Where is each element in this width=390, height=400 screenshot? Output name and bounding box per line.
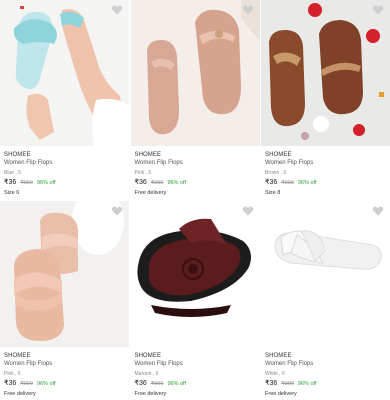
product-mrp: ₹999 bbox=[281, 381, 294, 387]
heart-icon[interactable] bbox=[372, 205, 384, 217]
product-brand: SHOMEE bbox=[134, 353, 162, 359]
product-extra: Size 6 bbox=[4, 190, 20, 196]
product-info: SHOMEE Women Flip Flops Pink , 6 ₹36 ₹99… bbox=[0, 347, 129, 398]
product-title: Women Flip Flops bbox=[265, 160, 314, 166]
product-card[interactable]: SHOMEE Women Flip Flops White , 6 ₹36 ₹9… bbox=[261, 201, 390, 400]
product-discount: 96% off bbox=[36, 381, 56, 387]
price-row: ₹36 ₹999 96% off bbox=[135, 380, 256, 388]
price-row: ₹36 ₹999 96% off bbox=[4, 380, 125, 388]
product-price: ₹36 bbox=[265, 380, 278, 387]
product-info: SHOMEE Women Flip Flops White , 6 ₹36 ₹9… bbox=[261, 347, 390, 398]
product-mrp: ₹999 bbox=[281, 180, 294, 186]
product-brand: SHOMEE bbox=[134, 152, 162, 158]
product-title: Women Flip Flops bbox=[134, 160, 183, 166]
product-card[interactable]: SHOMEE Women Flip Flops Brown , 6 ₹36 ₹9… bbox=[261, 0, 390, 199]
product-extra: Free delivery bbox=[265, 391, 297, 397]
product-discount: 96% off bbox=[167, 180, 186, 186]
product-variant: Pink , 6 bbox=[4, 371, 21, 377]
product-discount: 96% off bbox=[297, 381, 317, 387]
product-card[interactable]: SHOMEE Women Flip Flops Pink , 5 ₹36 ₹99… bbox=[130, 0, 260, 199]
product-discount: 96% off bbox=[297, 180, 317, 186]
product-variant: Pink , 5 bbox=[134, 170, 152, 176]
product-price: ₹36 bbox=[4, 380, 17, 387]
heart-icon[interactable] bbox=[242, 205, 254, 217]
product-photo bbox=[261, 201, 390, 347]
product-title: Women Flip Flops bbox=[4, 160, 53, 166]
price-row: ₹36 ₹999 96% off bbox=[265, 179, 386, 187]
product-variant: Brown , 6 bbox=[265, 170, 287, 176]
product-brand: SHOMEE bbox=[265, 152, 292, 158]
product-image[interactable] bbox=[0, 201, 129, 347]
product-price: ₹36 bbox=[134, 380, 147, 387]
heart-icon[interactable] bbox=[111, 4, 123, 16]
product-discount: 96% off bbox=[167, 381, 186, 387]
product-image[interactable] bbox=[261, 201, 390, 347]
product-title: Women Flip Flops bbox=[4, 361, 53, 367]
product-photo bbox=[0, 0, 129, 146]
product-brand: SHOMEE bbox=[4, 152, 31, 158]
heart-icon[interactable] bbox=[372, 4, 384, 16]
product-extra: Size 8 bbox=[265, 190, 281, 196]
product-price: ₹36 bbox=[4, 179, 17, 186]
product-image[interactable] bbox=[0, 0, 129, 146]
product-extra: Free delivery bbox=[134, 190, 167, 196]
product-info: SHOMEE Women Flip Flops Blue , 5 ₹36 ₹99… bbox=[0, 146, 129, 197]
price-row: ₹36 ₹999 96% off bbox=[4, 179, 125, 187]
product-mrp: ₹999 bbox=[20, 180, 33, 186]
product-brand: SHOMEE bbox=[4, 353, 31, 359]
heart-icon[interactable] bbox=[242, 4, 254, 16]
product-mrp: ₹999 bbox=[20, 381, 33, 387]
product-variant: Blue , 5 bbox=[4, 170, 21, 176]
product-info: SHOMEE Women Flip Flops Maroon , 6 ₹36 ₹… bbox=[131, 347, 260, 398]
heart-icon[interactable] bbox=[111, 205, 123, 217]
product-image[interactable] bbox=[261, 0, 390, 146]
product-info: SHOMEE Women Flip Flops Pink , 5 ₹36 ₹99… bbox=[131, 146, 260, 197]
product-photo bbox=[130, 0, 260, 146]
product-extra: Free delivery bbox=[4, 391, 36, 397]
product-discount: 96% off bbox=[36, 180, 56, 186]
product-title: Women Flip Flops bbox=[265, 361, 314, 367]
product-variant: White , 6 bbox=[265, 371, 285, 377]
product-image[interactable] bbox=[130, 0, 260, 146]
product-photo bbox=[0, 201, 129, 347]
product-grid: SHOMEE Women Flip Flops Blue , 5 ₹36 ₹99… bbox=[0, 0, 390, 400]
product-image[interactable] bbox=[130, 201, 260, 347]
product-card[interactable]: SHOMEE Women Flip Flops Blue , 5 ₹36 ₹99… bbox=[0, 0, 129, 199]
product-variant: Maroon , 6 bbox=[134, 371, 159, 377]
product-title: Women Flip Flops bbox=[134, 361, 183, 367]
product-info: SHOMEE Women Flip Flops Brown , 6 ₹36 ₹9… bbox=[261, 146, 390, 197]
product-brand: SHOMEE bbox=[265, 353, 292, 359]
product-mrp: ₹999 bbox=[150, 381, 164, 387]
product-price: ₹36 bbox=[134, 179, 147, 186]
price-row: ₹36 ₹999 96% off bbox=[135, 179, 256, 187]
product-extra: Free delivery bbox=[134, 391, 167, 397]
price-row: ₹36 ₹999 96% off bbox=[265, 380, 386, 388]
product-photo bbox=[261, 0, 390, 146]
product-mrp: ₹999 bbox=[150, 180, 164, 186]
product-price: ₹36 bbox=[265, 179, 278, 186]
product-card[interactable]: SHOMEE Women Flip Flops Maroon , 6 ₹36 ₹… bbox=[130, 201, 260, 400]
product-photo bbox=[130, 201, 260, 347]
product-card[interactable]: SHOMEE Women Flip Flops Pink , 6 ₹36 ₹99… bbox=[0, 201, 129, 400]
